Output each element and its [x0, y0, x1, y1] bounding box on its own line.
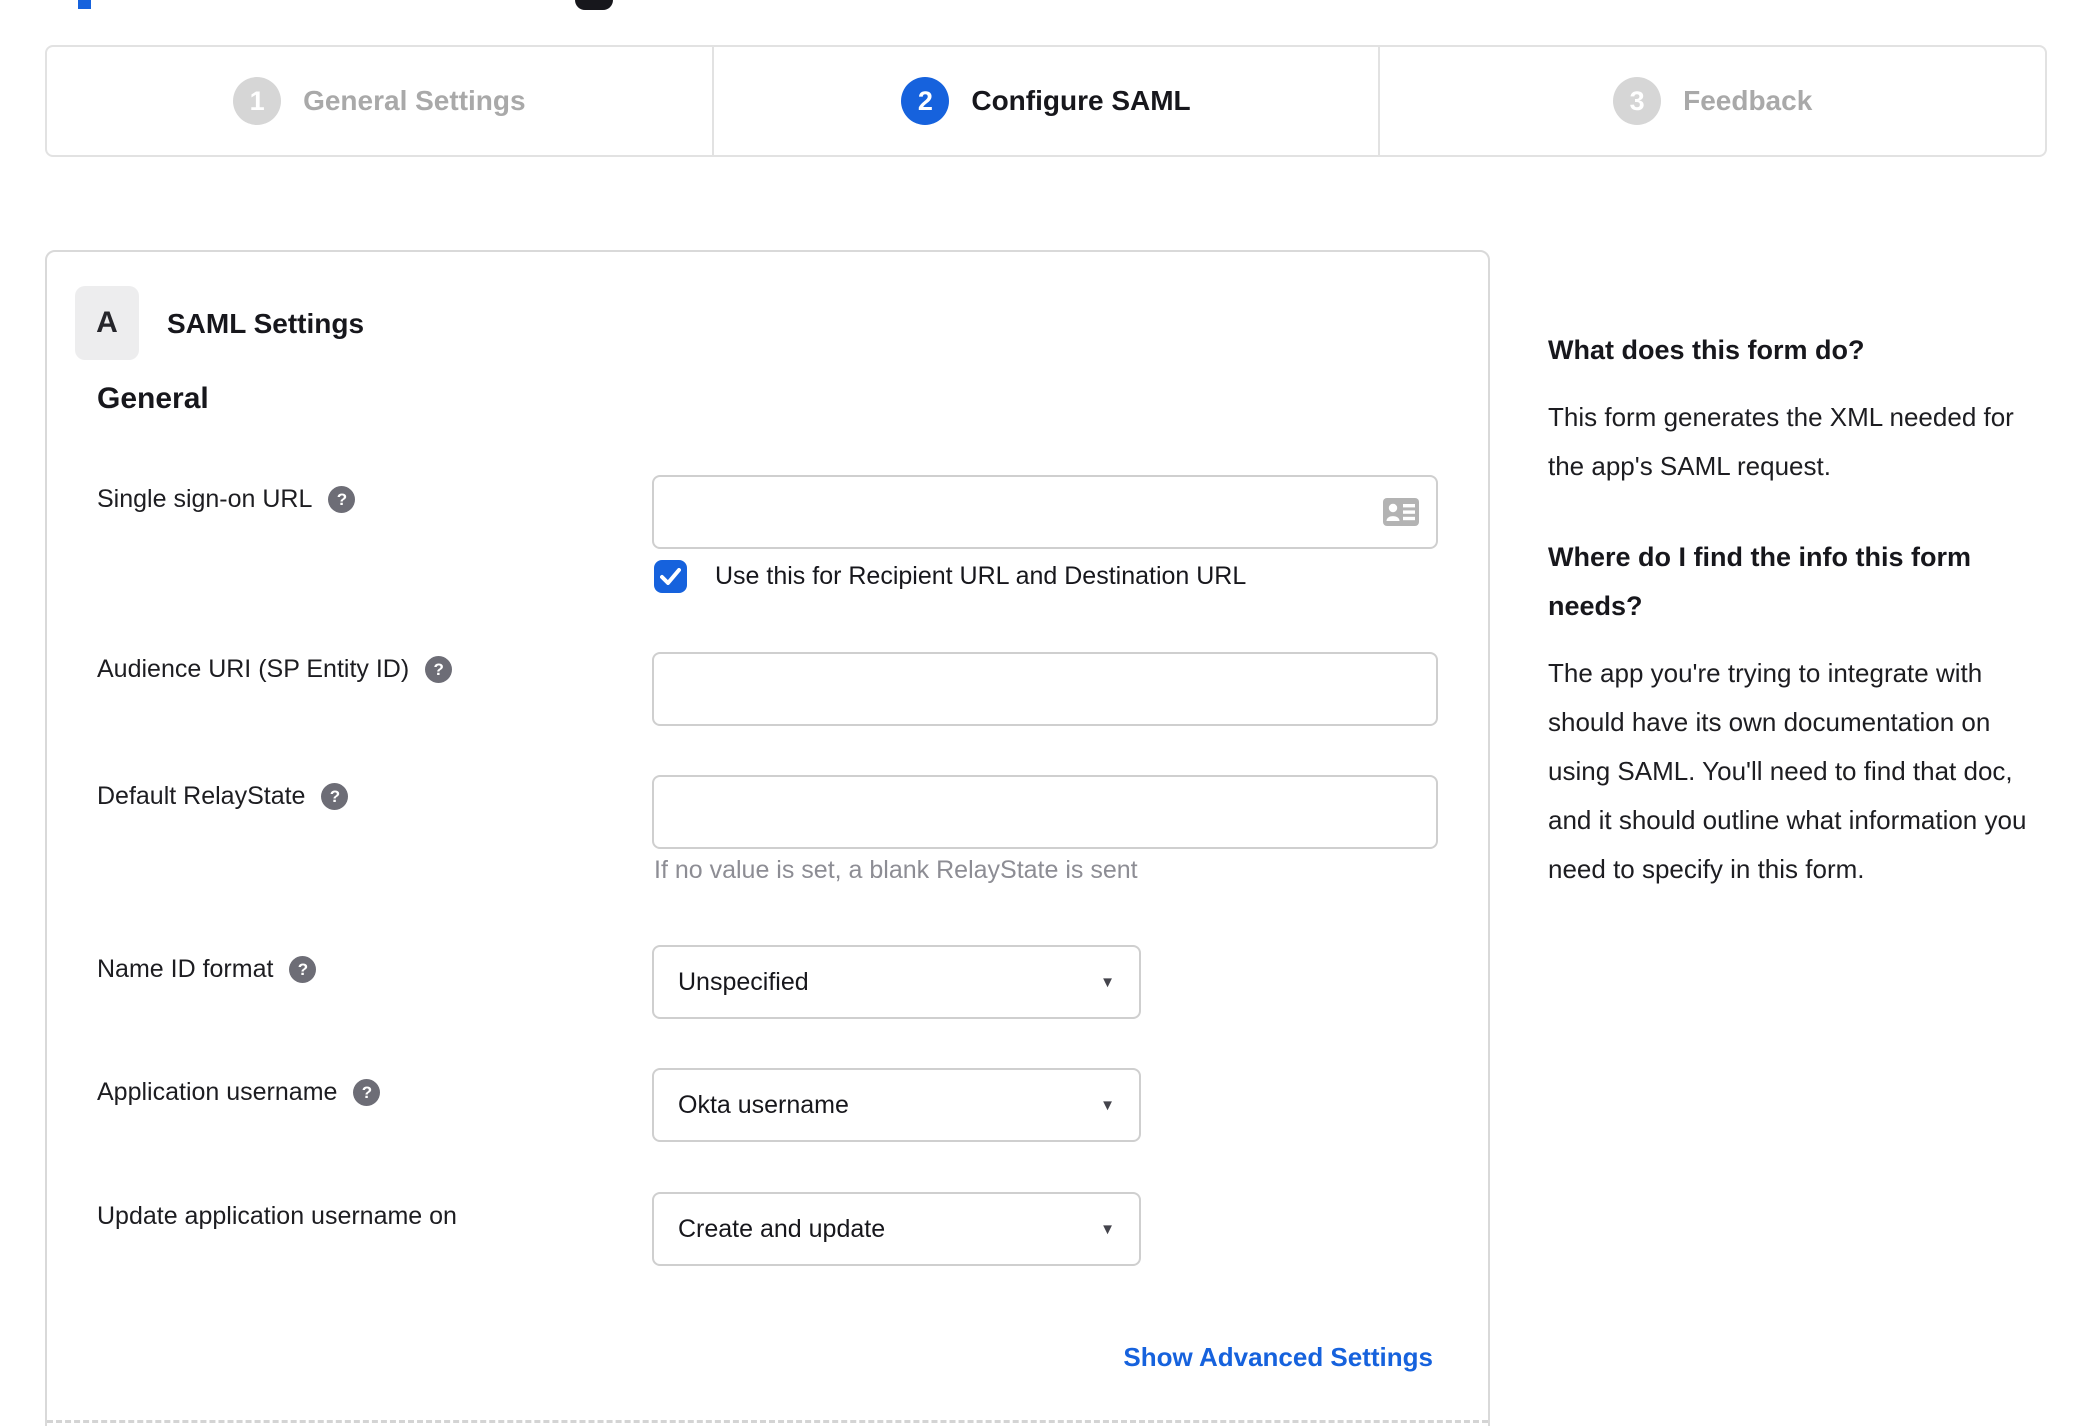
chevron-down-icon: ▼: [1100, 973, 1115, 991]
step-3-circle: 3: [1613, 77, 1662, 125]
step-general-settings[interactable]: 1 General Settings: [47, 47, 712, 155]
general-section-title: General: [97, 382, 209, 415]
step-configure-saml[interactable]: 2 Configure SAML: [711, 47, 1379, 155]
name-id-format-help-icon[interactable]: ?: [289, 956, 317, 983]
logo-fragment: [78, 0, 91, 9]
name-id-format-label-row: Name ID format ?: [97, 955, 317, 984]
step-feedback[interactable]: 3 Feedback: [1378, 47, 2045, 155]
update-username-label-row: Update application username on: [97, 1202, 457, 1231]
audience-uri-input[interactable]: [652, 652, 1438, 726]
help-q1-heading: What does this form do?: [1548, 335, 1865, 365]
relay-state-label-row: Default RelayState ?: [97, 782, 349, 811]
sso-url-label-row: Single sign-on URL ?: [97, 485, 356, 514]
relay-state-input[interactable]: [652, 775, 1438, 849]
update-username-value: Create and update: [678, 1214, 886, 1243]
relay-state-hint: If no value is set, a blank RelayState i…: [654, 856, 1138, 884]
step-1-circle: 1: [233, 77, 282, 125]
step-2-circle: 2: [901, 77, 950, 125]
app-username-help-icon[interactable]: ?: [353, 1079, 381, 1106]
name-id-format-label: Name ID format: [97, 955, 274, 983]
help-q2-body: The app you're trying to integrate with …: [1548, 658, 2027, 884]
name-id-format-select[interactable]: Unspecified ▼: [652, 945, 1141, 1019]
show-advanced-settings-link[interactable]: Show Advanced Settings: [1123, 1342, 1433, 1373]
section-dashed-divider: [47, 1420, 1488, 1423]
panel-title: SAML Settings: [167, 308, 365, 339]
update-username-select[interactable]: Create and update ▼: [652, 1192, 1141, 1266]
app-username-select[interactable]: Okta username ▼: [652, 1068, 1141, 1142]
section-a-badge: A: [75, 286, 139, 360]
sso-url-help-icon[interactable]: ?: [328, 486, 356, 513]
sso-url-input[interactable]: [652, 475, 1438, 549]
contact-card-icon[interactable]: [1383, 498, 1419, 526]
chevron-down-icon: ▼: [1100, 1220, 1115, 1238]
recipient-url-checkbox-row: Use this for Recipient URL and Destinati…: [654, 560, 1246, 593]
recipient-url-checkbox[interactable]: [654, 560, 687, 593]
relay-state-help-icon[interactable]: ?: [321, 783, 349, 810]
update-username-label: Update application username on: [97, 1202, 457, 1230]
relay-state-label: Default RelayState: [97, 782, 306, 810]
wizard-stepper: 1 General Settings 2 Configure SAML 3 Fe…: [45, 45, 2047, 157]
header-icon-fragment: [575, 0, 613, 10]
name-id-format-value: Unspecified: [678, 967, 809, 996]
check-icon: [660, 568, 681, 585]
audience-uri-label: Audience URI (SP Entity ID): [97, 655, 410, 683]
help-q1-body: This form generates the XML needed for t…: [1548, 402, 2014, 481]
audience-uri-help-icon[interactable]: ?: [425, 656, 453, 683]
step-1-label: General Settings: [303, 85, 526, 116]
recipient-url-checkbox-label: Use this for Recipient URL and Destinati…: [715, 562, 1247, 590]
saml-settings-panel: A SAML Settings General Single sign-on U…: [45, 250, 1490, 1426]
app-username-label: Application username: [97, 1078, 338, 1106]
help-sidebar: What does this form do? This form genera…: [1548, 326, 2053, 936]
app-username-label-row: Application username ?: [97, 1078, 381, 1107]
chevron-down-icon: ▼: [1100, 1096, 1115, 1114]
audience-uri-label-row: Audience URI (SP Entity ID) ?: [97, 655, 453, 684]
help-q2-heading: Where do I find the info this form needs…: [1548, 542, 1971, 621]
sso-url-label: Single sign-on URL: [97, 485, 313, 513]
step-2-label: Configure SAML: [971, 85, 1191, 116]
step-3-label: Feedback: [1683, 85, 1813, 116]
app-username-value: Okta username: [678, 1090, 849, 1119]
